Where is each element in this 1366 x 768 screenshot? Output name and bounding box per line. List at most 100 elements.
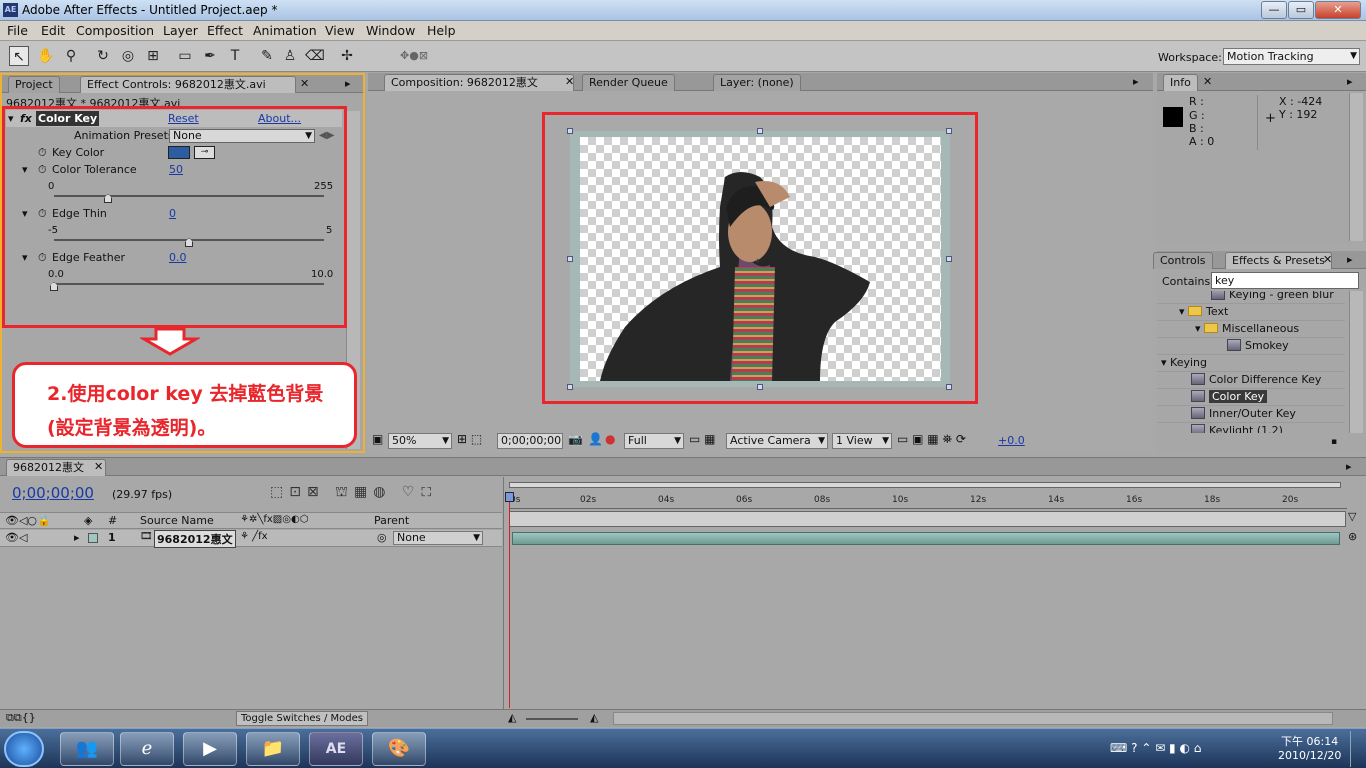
tab-effects-presets[interactable]: Effects & Presets — [1225, 252, 1332, 269]
pickwhip-icon[interactable]: ◎ — [377, 531, 387, 544]
timeline-scrollbar[interactable] — [613, 712, 1333, 725]
snapshot-icon[interactable]: 📷 — [568, 432, 583, 446]
close-icon[interactable]: ✕ — [1203, 75, 1212, 88]
maximize-button[interactable]: ▭ — [1288, 1, 1314, 19]
tab-render-queue[interactable]: Render Queue — [582, 74, 675, 91]
clone-stamp-icon[interactable]: ♙ — [280, 46, 300, 66]
new-folder-icon[interactable]: ▪ — [1331, 437, 1337, 447]
camera-select[interactable]: Active Camera ▼ — [726, 433, 828, 449]
selection-tool-icon[interactable]: ↖ — [9, 46, 29, 66]
panel-menu-icon[interactable]: ▸ — [1133, 75, 1139, 88]
show-snapshot-icon[interactable]: 👤 — [588, 432, 603, 446]
expand-panes-icons[interactable]: ⧉⧉{} — [6, 711, 36, 725]
safe-margins-icon[interactable]: ▣ — [372, 432, 383, 446]
taskbar-people-icon[interactable]: 👥 — [60, 732, 114, 766]
rectangle-tool-icon[interactable]: ▭ — [175, 46, 195, 66]
timeline-zoom-slider[interactable] — [526, 718, 578, 720]
menu-view[interactable]: View — [325, 23, 355, 38]
close-icon[interactable]: ✕ — [94, 460, 103, 473]
menu-layer[interactable]: Layer — [163, 23, 198, 38]
menu-help[interactable]: Help — [427, 23, 456, 38]
text-tool-icon[interactable]: T — [225, 46, 245, 66]
zoom-out-icon[interactable]: ◭ — [508, 711, 516, 724]
close-icon[interactable]: ✕ — [565, 75, 574, 88]
comp-timecode[interactable]: 0;00;00;00 — [497, 433, 563, 449]
grid-toggle-icon[interactable]: ⊞ ⬚ — [457, 432, 482, 446]
time-indicator-head[interactable] — [505, 492, 514, 502]
show-desktop-button[interactable] — [1350, 731, 1364, 767]
table-row[interactable]: 👁◁ ▸ 1 🎞 9682012惠文 ⚘ ╱fx ◎ None ▼ — [0, 530, 502, 548]
label-color-swatch[interactable] — [88, 533, 98, 543]
brush-tool-icon[interactable]: ✎ — [257, 46, 277, 66]
layer-name[interactable]: 9682012惠文 — [154, 530, 236, 548]
viewer-toggles-icon[interactable]: ▭ ▣ ▦ ⛯ ⟳ — [897, 432, 966, 447]
tab-info[interactable]: Info — [1163, 74, 1198, 91]
taskbar-after-effects[interactable]: AE — [309, 732, 363, 766]
info-scrollbar[interactable] — [1349, 93, 1363, 241]
tab-composition[interactable]: Composition: 9682012惠文 — [384, 74, 574, 91]
tab-layer[interactable]: Layer: (none) — [713, 74, 801, 91]
list-item[interactable]: Color Key — [1157, 389, 1345, 406]
close-icon[interactable]: ✕ — [300, 77, 309, 90]
tab-project[interactable]: Project — [8, 76, 60, 93]
work-area-bar[interactable] — [509, 482, 1341, 488]
tray-icons[interactable]: ⌨ ? ⌃ ✉ ▮ ◐ ⌂ — [1110, 741, 1201, 755]
zoom-select[interactable]: 50% ▼ — [388, 433, 452, 449]
start-button[interactable] — [4, 731, 44, 767]
panel-menu-icon[interactable]: ▸ — [1347, 253, 1353, 266]
list-item[interactable]: ▾ Text — [1157, 304, 1345, 321]
parent-select[interactable]: None ▼ — [393, 531, 483, 545]
eraser-tool-icon[interactable]: ⌫ — [305, 46, 325, 66]
layer-switch-icons[interactable]: ⚘ ╱fx — [240, 531, 268, 542]
tab-controls[interactable]: Controls — [1153, 252, 1213, 269]
list-item[interactable]: ▾ Keying — [1157, 355, 1345, 372]
timeline-side-icons[interactable]: ▽ — [1348, 510, 1356, 523]
pen-tool-icon[interactable]: ✒ — [200, 46, 220, 66]
layer-duration-bar[interactable] — [512, 532, 1340, 545]
rotate-tool-icon[interactable]: ↻ — [93, 46, 113, 66]
close-button[interactable]: ✕ — [1315, 1, 1361, 19]
workspace-select[interactable]: Motion Tracking ▼ — [1223, 48, 1360, 65]
menu-file[interactable]: File — [7, 23, 28, 38]
current-time-indicator[interactable] — [509, 492, 510, 708]
toggle-switches-modes-button[interactable]: Toggle Switches / Modes — [236, 711, 368, 726]
pan-behind-icon[interactable]: ⊞ — [143, 46, 163, 66]
menu-composition[interactable]: Composition — [76, 23, 154, 38]
expand-triangle-icon[interactable]: ▸ — [74, 531, 80, 544]
effects-scrollbar[interactable] — [1349, 291, 1363, 433]
taskbar-explorer-icon[interactable]: 📁 — [246, 732, 300, 766]
menu-window[interactable]: Window — [366, 23, 415, 38]
column-source-name[interactable]: Source Name — [140, 514, 214, 527]
exposure-value[interactable]: +0.0 — [998, 434, 1025, 447]
minimize-button[interactable]: — — [1261, 1, 1287, 19]
taskbar-paint-icon[interactable]: 🎨 — [372, 732, 426, 766]
resolution-select[interactable]: Full ▼ — [624, 433, 684, 449]
region-of-interest-icon[interactable]: ▭ ▦ — [689, 432, 716, 446]
list-item[interactable]: Inner/Outer Key — [1157, 406, 1345, 423]
panel-menu-icon[interactable]: ▸ — [1347, 75, 1353, 88]
visibility-icon[interactable]: 👁◁ — [5, 531, 27, 544]
camera-orbit-icon[interactable]: ◎ — [118, 46, 138, 66]
menu-effect[interactable]: Effect — [207, 23, 243, 38]
zoom-in-icon[interactable]: ◭ — [590, 711, 598, 724]
tab-timeline[interactable]: 9682012惠文 — [6, 459, 106, 476]
tab-effect-controls[interactable]: Effect Controls: 9682012惠文.avi — [80, 76, 296, 93]
menu-edit[interactable]: Edit — [41, 23, 65, 38]
panel-menu-icon[interactable]: ▸ — [345, 77, 351, 90]
list-item[interactable]: Smokey — [1157, 338, 1345, 355]
timeline-toolbar-icons[interactable]: ⬚⊡⊠ ⛫▦◍ ♡⛶ — [270, 484, 438, 502]
channel-rgb-icon[interactable]: ● — [605, 432, 615, 446]
taskbar-media-icon[interactable]: ▶ — [183, 732, 237, 766]
list-item[interactable]: Keying - green blur — [1157, 291, 1345, 304]
list-item[interactable]: Color Difference Key — [1157, 372, 1345, 389]
puppet-pin-icon[interactable]: ✢ — [337, 46, 357, 66]
close-icon[interactable]: ✕ — [1323, 253, 1332, 266]
panel-menu-icon[interactable]: ▸ — [1346, 460, 1352, 473]
taskbar-ie-icon[interactable]: ℯ — [120, 732, 174, 766]
effects-search-input[interactable]: key — [1211, 272, 1359, 289]
menu-animation[interactable]: Animation — [253, 23, 317, 38]
axis-mode-icons[interactable]: ✥●⊠ — [400, 46, 428, 66]
comp-mini-flowchart-icon[interactable]: ⊛ — [1348, 530, 1357, 543]
view-layout-select[interactable]: 1 View ▼ — [832, 433, 892, 449]
timeline-timecode[interactable]: 0;00;00;00 — [12, 484, 94, 502]
